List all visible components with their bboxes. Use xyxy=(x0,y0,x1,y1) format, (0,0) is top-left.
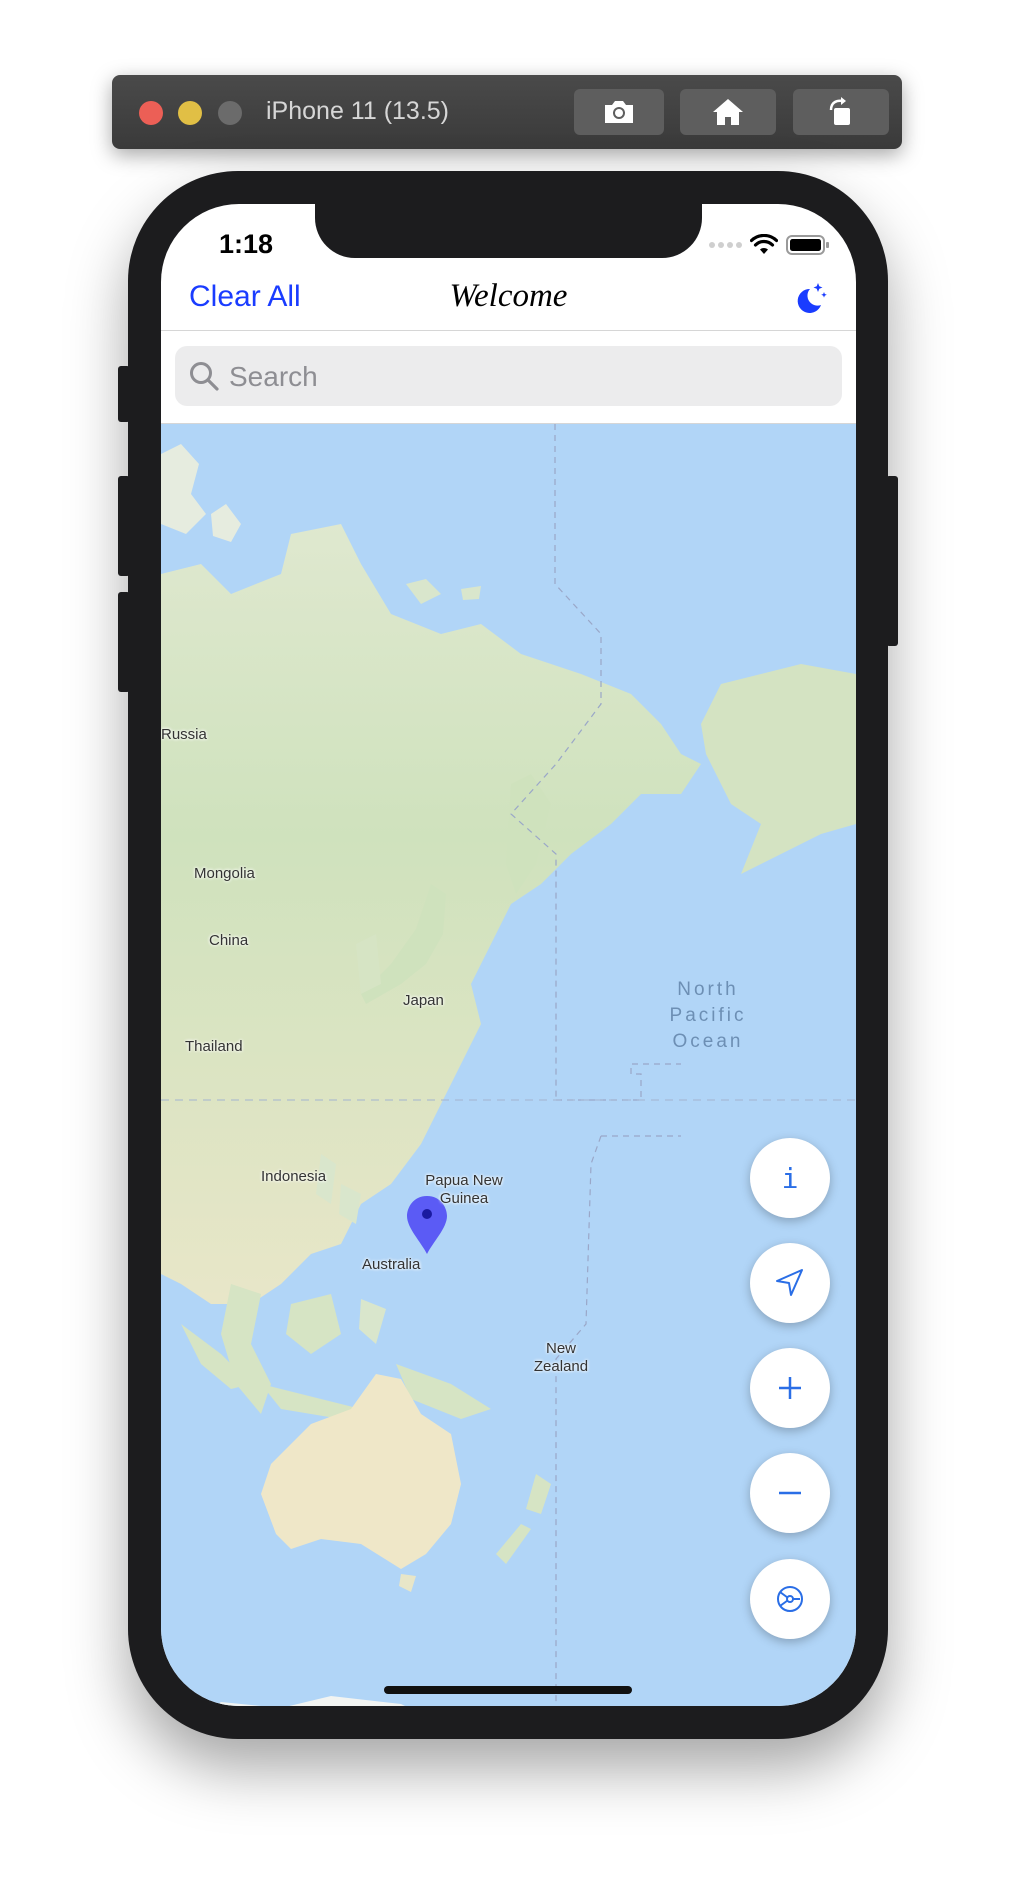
map-label-thailand: Thailand xyxy=(185,1038,243,1055)
cellular-signal-icon xyxy=(709,242,742,248)
info-button[interactable]: i xyxy=(750,1138,830,1218)
plus-icon xyxy=(779,1377,801,1399)
zoom-in-button[interactable] xyxy=(750,1348,830,1428)
location-arrow-icon xyxy=(776,1269,803,1296)
map-label-japan: Japan xyxy=(403,992,444,1009)
map-view[interactable]: Russia Mongolia China Japan Thailand Ind… xyxy=(161,424,856,1706)
mute-switch xyxy=(118,366,130,422)
minimize-window-button[interactable] xyxy=(178,101,202,125)
driving-mode-button[interactable] xyxy=(750,1559,830,1639)
search-field-container[interactable] xyxy=(175,346,842,408)
notch xyxy=(315,204,702,258)
wifi-icon xyxy=(750,234,778,254)
navigation-bar: Clear All Welcome xyxy=(161,272,856,331)
rotate-icon xyxy=(829,97,850,125)
battery-icon xyxy=(786,235,829,255)
simulator-title-bar: iPhone 11 (13.5) xyxy=(112,75,902,149)
map-label-papua-new-guinea: Papua New Guinea xyxy=(425,1172,503,1207)
camera-icon xyxy=(605,101,633,123)
map-label-china: China xyxy=(209,932,249,949)
search-icon xyxy=(190,362,219,391)
home-icon xyxy=(713,99,743,125)
close-window-button[interactable] xyxy=(139,101,163,125)
zoom-out-button[interactable] xyxy=(750,1453,830,1533)
map-land-layer xyxy=(161,424,856,1706)
status-indicators xyxy=(709,234,830,256)
device-screen: 1:18 Clear All Welcome Search Russia Mon… xyxy=(161,204,856,1706)
info-icon: i xyxy=(781,1161,799,1195)
map-label-mongolia: Mongolia xyxy=(194,865,255,882)
simulator-title: iPhone 11 (13.5) xyxy=(266,97,449,125)
rotate-button[interactable] xyxy=(793,89,889,135)
current-location-button[interactable] xyxy=(750,1243,830,1323)
home-indicator[interactable] xyxy=(384,1686,632,1694)
volume-down-button xyxy=(118,592,130,692)
volume-up-button xyxy=(118,476,130,576)
screenshot-button[interactable] xyxy=(574,89,664,135)
map-label-indonesia: Indonesia xyxy=(261,1168,327,1185)
minus-icon xyxy=(779,1491,801,1495)
steering-wheel-icon xyxy=(777,1586,803,1612)
page-title: Welcome xyxy=(449,278,568,314)
map-label-new-zealand: New Zealand xyxy=(533,1340,589,1375)
search-input[interactable] xyxy=(227,346,831,408)
map-label-russia: Russia xyxy=(161,726,207,743)
search-bar xyxy=(161,331,856,424)
zoom-window-button[interactable] xyxy=(218,101,242,125)
moon-stars-icon[interactable] xyxy=(790,280,828,318)
home-button[interactable] xyxy=(680,89,776,135)
map-label-ocean: North Pacific Ocean xyxy=(669,979,747,1052)
map-label-australia: Australia xyxy=(362,1256,421,1273)
status-time: 1:18 xyxy=(219,229,274,259)
power-button xyxy=(886,476,898,646)
